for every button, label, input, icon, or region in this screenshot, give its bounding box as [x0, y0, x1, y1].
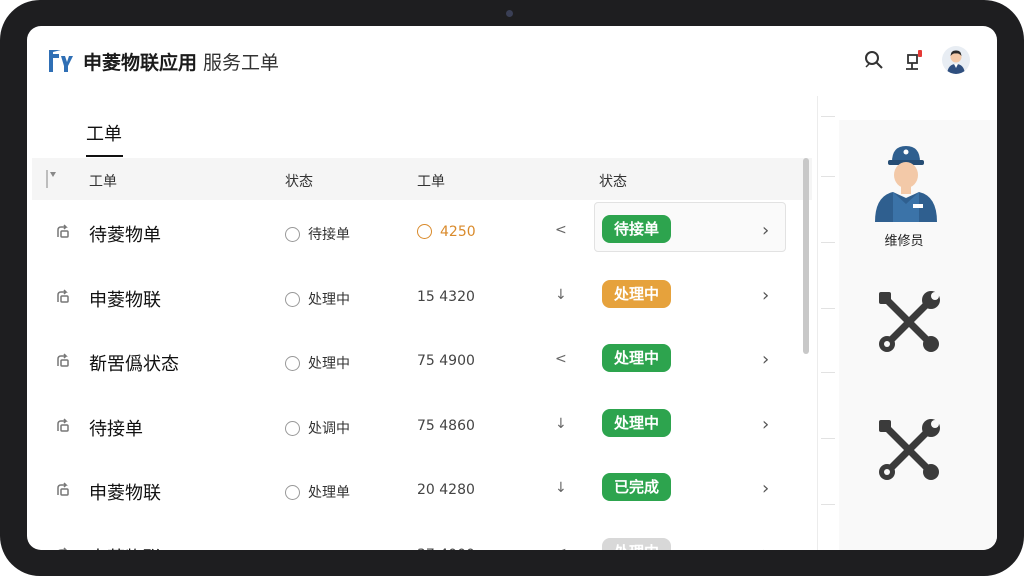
row-arrow-icon: ↓ — [555, 286, 567, 303]
column-header-order[interactable]: 工单 — [89, 171, 117, 191]
tablet-frame: 申菱物联应用 服务工单 工单 工单 状态 工单 状态 待菱物单 待接单 4250… — [0, 0, 1024, 576]
worker-card[interactable]: 维修员 — [839, 120, 997, 270]
chevron-right-icon[interactable]: › — [762, 543, 769, 551]
status-radio[interactable] — [285, 549, 300, 550]
app-header: 申菱物联应用 服务工单 — [27, 26, 997, 96]
order-status-text: 处理中 — [308, 356, 350, 372]
table-row[interactable]: 待菱物单 待接单 4250 < 待接单 › — [32, 200, 812, 264]
order-number: 4250 — [417, 224, 476, 240]
camera-dot — [506, 10, 513, 17]
order-type-icon — [57, 353, 69, 367]
tab-work-orders[interactable]: 工单 — [86, 120, 122, 146]
order-number: 15 4320 — [417, 289, 475, 305]
status-badge: 处理中 — [602, 344, 672, 372]
order-status-text: 处理单 — [308, 485, 350, 501]
table-row[interactable]: 待接单 处调中 75 4860 ↓ 处理中 › — [32, 394, 812, 458]
order-status: 处理中 — [285, 289, 350, 309]
order-status-text: 待接单 — [308, 227, 350, 243]
row-arrow-icon: < — [555, 222, 567, 238]
row-arrow-icon: < — [555, 351, 567, 367]
order-name: 斱罟僞状态 — [89, 354, 179, 375]
table-row[interactable]: 斱罟僞状态 处理中 75 4900 < 处理中 › — [32, 329, 812, 393]
order-number: 37 4000 — [417, 547, 475, 551]
row-arrow-icon: ↓ — [555, 480, 567, 496]
chevron-right-icon[interactable]: › — [762, 478, 769, 499]
ruler-ticks — [821, 116, 835, 546]
work-order-main: 工单 工单 状态 工单 状态 待菱物单 待接单 4250 < 待接单 › 申菱物联 处理中 15… — [27, 96, 817, 550]
tools-icon[interactable] — [875, 416, 943, 484]
column-header-status[interactable]: 状态 — [285, 171, 313, 191]
column-header-order-2[interactable]: 工单 — [417, 171, 445, 191]
order-number: 75 4900 — [417, 353, 475, 369]
order-type-icon — [57, 224, 69, 238]
row-arrow-icon: ↓ — [555, 415, 567, 432]
column-header-status-2[interactable]: 状态 — [599, 171, 627, 191]
sort-icon[interactable] — [46, 170, 56, 188]
user-avatar[interactable] — [942, 46, 970, 74]
status-badge: 处理中 — [602, 408, 672, 437]
order-status: 处理中 — [285, 547, 350, 551]
order-status: 处调中 — [285, 418, 350, 438]
order-status-text: 处调中 — [308, 420, 350, 437]
avatar-person-icon — [947, 50, 965, 74]
tab-active-indicator — [86, 155, 123, 157]
order-type-icon — [57, 482, 69, 496]
panel-divider — [817, 96, 818, 550]
table-row[interactable]: 申菱物联 处理单 20 4280 ↓ 已完成 › — [32, 458, 812, 522]
search-icon[interactable] — [862, 48, 886, 72]
order-name: 申菱物联 — [89, 483, 161, 504]
status-badge: 已完成 — [602, 473, 672, 501]
app-title-text: 申菱物联应用 — [83, 52, 198, 74]
chevron-right-icon[interactable]: › — [762, 349, 769, 370]
status-radio[interactable] — [285, 291, 300, 307]
order-name: 待接单 — [89, 418, 143, 440]
screen: 申菱物联应用 服务工单 工单 工单 状态 工单 状态 待菱物单 待接单 4250… — [27, 26, 997, 550]
order-number-text: 20 4280 — [417, 482, 475, 498]
order-status-text: 处理中 — [308, 550, 350, 551]
chevron-right-icon[interactable]: › — [762, 414, 769, 435]
order-name: 申菱物联 — [89, 289, 161, 311]
chevron-right-icon[interactable]: › — [762, 220, 769, 241]
order-number-text: 75 4900 — [417, 353, 475, 369]
app-subtitle: 服务工单 — [203, 52, 280, 74]
status-badge: 处理中 — [602, 537, 672, 550]
table-row[interactable]: 申菱物联处理中37 4000<处理中› — [32, 523, 812, 551]
row-arrow-icon: < — [555, 545, 567, 551]
number-radio[interactable] — [417, 224, 432, 239]
order-number-text: 4250 — [440, 224, 476, 240]
table-row[interactable]: 申菱物联 处理中 15 4320 ↓ 处理中 › — [32, 265, 812, 329]
notification-icon[interactable] — [903, 48, 927, 72]
worker-icon — [875, 146, 937, 222]
order-status: 处理单 — [285, 482, 350, 502]
order-type-icon — [57, 546, 68, 550]
order-number: 20 4280 — [417, 482, 475, 498]
app-title: 申菱物联应用 服务工单 — [83, 48, 279, 75]
status-badge: 待接单 — [602, 215, 672, 243]
status-radio[interactable] — [285, 356, 300, 371]
table-header: 工单 状态 工单 状态 — [32, 158, 812, 200]
app-logo-icon — [49, 50, 73, 72]
order-status: 待接单 — [285, 224, 350, 244]
order-number-text: 15 4320 — [417, 288, 475, 305]
order-name: 申菱物联 — [89, 544, 161, 551]
side-panel: 维修员 — [839, 120, 997, 550]
scrollbar[interactable] — [803, 158, 809, 354]
order-number: 75 4860 — [417, 418, 475, 434]
order-type-icon — [57, 417, 69, 432]
order-type-icon — [57, 288, 69, 303]
order-status-text: 处理中 — [308, 291, 350, 308]
order-name: 待菱物单 — [89, 225, 161, 246]
status-radio[interactable] — [285, 420, 300, 436]
worker-label: 维修员 — [884, 234, 924, 249]
status-radio[interactable] — [285, 485, 300, 500]
order-number-text: 37 4000 — [417, 547, 475, 551]
status-badge: 处理中 — [602, 279, 672, 308]
tools-icon[interactable] — [875, 288, 943, 356]
order-number-text: 75 4860 — [417, 417, 475, 434]
status-radio[interactable] — [285, 227, 300, 242]
order-status: 处理中 — [285, 353, 350, 373]
chevron-right-icon[interactable]: › — [762, 285, 769, 306]
